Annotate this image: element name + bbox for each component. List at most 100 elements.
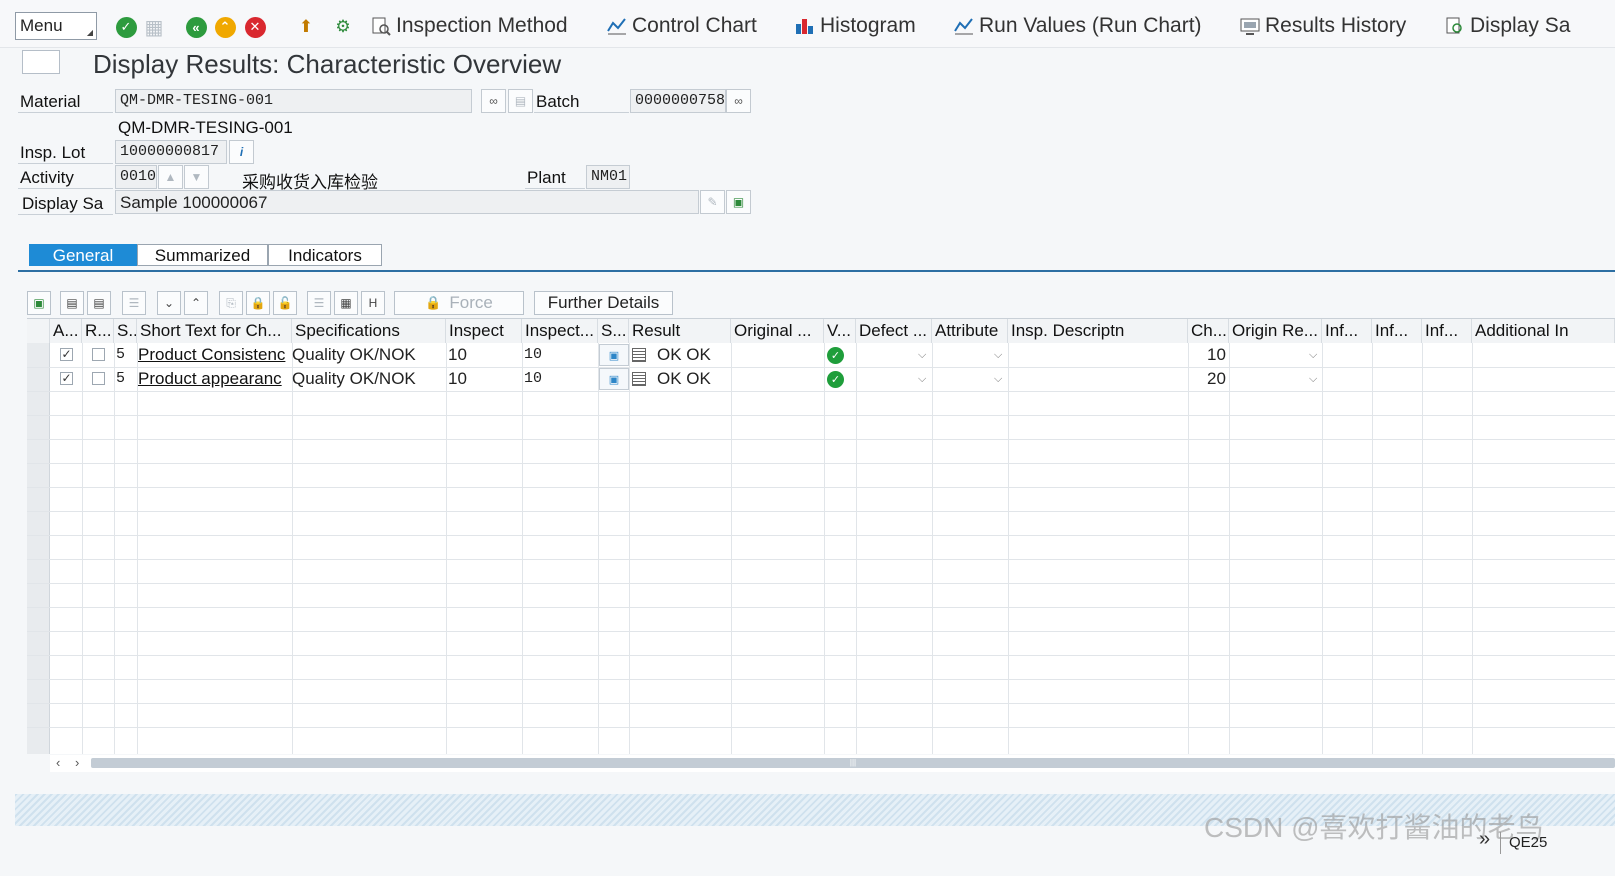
col-header-original[interactable]: Original ... [731, 319, 824, 343]
row-r-checkbox[interactable] [92, 372, 105, 385]
origin-dropdown-icon[interactable]: ⌵ [1309, 349, 1317, 362]
screen-menu-icon[interactable] [22, 50, 60, 74]
result-list-icon[interactable] [632, 348, 646, 362]
lock-icon[interactable]: 🔒 [246, 291, 270, 315]
collapse-all-icon[interactable]: ⌃ [184, 291, 208, 315]
activity-up-icon[interactable]: ▲ [158, 165, 183, 189]
material-label: Material [20, 92, 81, 111]
run-values-label: Run Values (Run Chart) [979, 14, 1202, 37]
col-header-inf1[interactable]: Inf... [1322, 319, 1372, 343]
grid-hline [27, 583, 1615, 584]
select-record-icon[interactable]: ▤ [87, 291, 111, 315]
copy-icon[interactable]: ⎘ [219, 291, 243, 315]
row-short-text-link[interactable]: Product appearanc [138, 369, 290, 389]
run-values-button[interactable]: Run Values (Run Chart) [953, 14, 1202, 38]
horizontal-scrollbar[interactable]: ‹ › ||| [50, 755, 1615, 772]
user-icon[interactable]: ⚙ [332, 16, 354, 38]
batch-label: Batch [536, 92, 580, 111]
scroll-left-icon[interactable]: ‹ [56, 755, 60, 770]
col-header-select[interactable] [27, 319, 50, 343]
col-header-defect[interactable]: Defect ... [856, 319, 932, 343]
row-inspect[interactable]: 10 [448, 345, 467, 365]
scroll-right-icon[interactable]: › [75, 755, 79, 770]
attribute-dropdown-icon[interactable]: ⌵ [994, 373, 1002, 386]
col-header-result[interactable]: Result [629, 319, 731, 343]
defect-dropdown-icon[interactable]: ⌵ [918, 373, 926, 386]
calendar-icon[interactable]: ▦ [334, 291, 358, 315]
batch-display-icon[interactable]: ∞ [726, 89, 751, 113]
tab-summarized[interactable]: Summarized [137, 244, 268, 266]
col-header-inspect[interactable]: Inspect [446, 319, 522, 343]
save-icon[interactable]: ▦ [143, 16, 165, 39]
col-header-a[interactable]: A... [50, 319, 82, 343]
display-sample-button[interactable]: Display Sa [1444, 14, 1570, 38]
row-ch: 10 [1207, 345, 1226, 364]
material-display-icon[interactable]: ∞ [481, 89, 506, 113]
col-header-short-text[interactable]: Short Text for Ch... [137, 319, 292, 343]
row-inspect[interactable]: 10 [448, 369, 467, 389]
defect-dropdown-icon[interactable]: ⌵ [918, 349, 926, 362]
force-button[interactable]: 🔒 Force [394, 291, 524, 315]
exit-icon[interactable]: ⌃ [214, 16, 236, 38]
other-object-icon[interactable]: ⬆ [295, 16, 317, 38]
col-header-inf2[interactable]: Inf... [1372, 319, 1422, 343]
origin-dropdown-icon[interactable]: ⌵ [1309, 373, 1317, 386]
col-header-ch[interactable]: Ch... [1188, 319, 1229, 343]
status-expand-icon[interactable]: » [1479, 828, 1490, 851]
scroll-thumb[interactable]: ||| [91, 758, 1615, 768]
display-sa-field[interactable]: Sample 100000067 [115, 190, 699, 214]
results-history-icon [1240, 18, 1260, 35]
col-header-additional[interactable]: Additional In [1472, 319, 1615, 343]
row-result[interactable]: OK OK [657, 369, 711, 389]
inspection-method-button[interactable]: Inspection Method [370, 14, 568, 38]
results-history-button[interactable]: Results History [1239, 14, 1406, 38]
batch-field[interactable]: 0000000758 [630, 89, 726, 113]
plant-field[interactable]: NM01 [586, 165, 630, 189]
row-short-text-link[interactable]: Product Consistenc [138, 345, 290, 365]
material-doc-icon[interactable]: ▤ [508, 89, 533, 113]
control-chart-button[interactable]: Control Chart [606, 14, 757, 38]
details-icon[interactable]: ▣ [27, 291, 51, 315]
header-icon[interactable]: H [361, 291, 385, 315]
further-details-button[interactable]: Further Details [534, 291, 673, 315]
tab-indicators[interactable]: Indicators [268, 244, 382, 266]
row-a-checkbox[interactable]: ✓ [60, 348, 73, 361]
col-header-insp-descr[interactable]: Insp. Descriptn [1008, 319, 1188, 343]
col-header-inspect2[interactable]: Inspect... [522, 319, 598, 343]
activity-down-icon[interactable]: ▼ [184, 165, 209, 189]
cancel-icon[interactable]: ✕ [244, 16, 266, 38]
single-values-icon[interactable]: ▣ [599, 368, 629, 390]
result-list-icon[interactable] [632, 372, 646, 386]
unlock-icon[interactable]: 🔓 [273, 291, 297, 315]
col-header-specifications[interactable]: Specifications [292, 319, 446, 343]
attribute-dropdown-icon[interactable]: ⌵ [994, 349, 1002, 362]
col-header-attribute[interactable]: Attribute [932, 319, 1008, 343]
col-header-r[interactable]: R... [82, 319, 114, 343]
list-icon[interactable]: ☰ [307, 291, 331, 315]
row-selector-column[interactable] [27, 343, 50, 754]
first-record-icon[interactable]: ▤ [60, 291, 84, 315]
filter-icon[interactable]: ☰ [122, 291, 146, 315]
edit-pencil-icon[interactable]: ✎ [700, 190, 725, 214]
activity-field[interactable]: 0010 [115, 165, 157, 189]
histogram-button[interactable]: Histogram [794, 14, 916, 38]
col-header-origin-re[interactable]: Origin Re... [1229, 319, 1322, 343]
transaction-code[interactable]: QE25 [1500, 832, 1547, 854]
back-icon[interactable]: « [185, 16, 207, 38]
col-header-s2[interactable]: S... [598, 319, 629, 343]
info-icon[interactable]: i [229, 140, 254, 164]
insp-lot-field[interactable]: 10000000817 [115, 140, 227, 164]
sample-display-icon[interactable]: ▣ [726, 190, 751, 214]
col-header-v[interactable]: V... [824, 319, 856, 343]
expand-all-icon[interactable]: ⌄ [157, 291, 181, 315]
col-header-s[interactable]: S.. [114, 319, 137, 343]
material-field[interactable]: QM-DMR-TESING-001 [115, 89, 472, 113]
row-result[interactable]: OK OK [657, 345, 711, 365]
tab-general[interactable]: General [29, 244, 137, 266]
row-r-checkbox[interactable] [92, 348, 105, 361]
enter-icon[interactable]: ✓ [115, 16, 137, 38]
single-values-icon[interactable]: ▣ [599, 344, 629, 366]
col-header-inf3[interactable]: Inf... [1422, 319, 1472, 343]
menu-button[interactable]: Menu ◢ [15, 12, 97, 40]
row-a-checkbox[interactable]: ✓ [60, 372, 73, 385]
